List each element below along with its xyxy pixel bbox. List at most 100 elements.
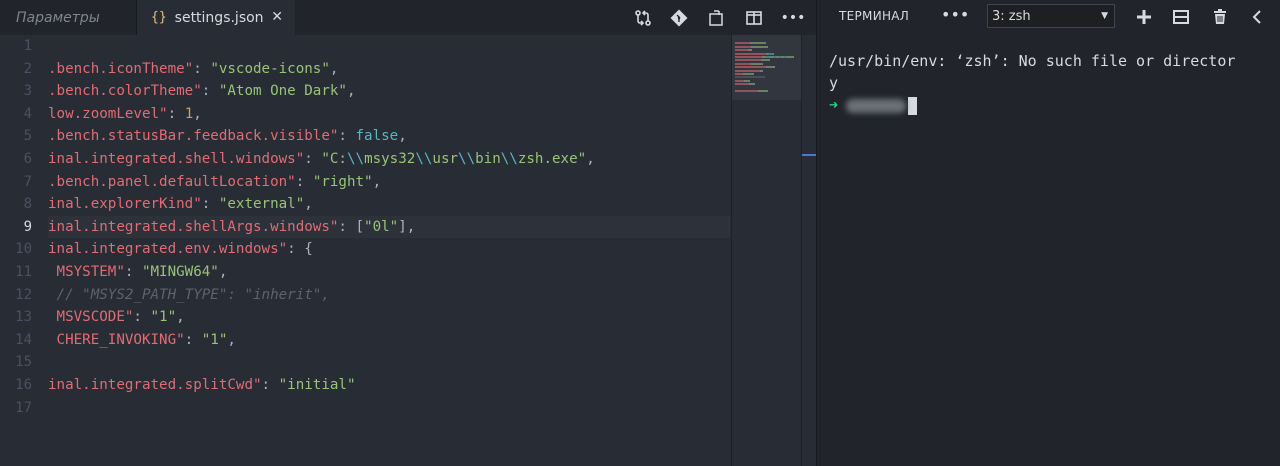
line-number: 15 [15,354,32,371]
minimap-token [735,83,749,86]
code-line: inal.integrated.shellArgs.windows": ["0l… [48,215,730,239]
tab-parameters[interactable]: Параметры [0,0,137,35]
code-token: .bench.colorTheme" [48,83,202,100]
minimap-token [735,76,765,79]
tab-settings-json[interactable]: {} settings.json ✕ [137,0,295,35]
open-preview-icon[interactable] [705,7,727,29]
code-line: CHERE_INVOKING": "1", [48,329,730,352]
scrollbar-cursor-marker [802,154,816,156]
terminal-select-value: 3: zsh [992,8,1031,24]
code-token: \\ [458,151,476,167]
minimap[interactable] [731,35,802,466]
code-token: : [295,173,313,190]
code-token: ], [398,218,416,235]
minimap-token [760,90,768,92]
code-line: MSVSCODE": "1", [48,306,730,329]
line-number: 14 [15,331,32,348]
code-line: .bench.statusBar.feedback.visible": fals… [48,125,730,148]
code-line: MSYSTEM": "MINGW64", [48,261,730,284]
minimap-token [752,42,765,45]
minimap-token [735,42,750,45]
editor-area: Параметры {} settings.json ✕ ••• 1234567… [0,0,816,466]
minimap-token [762,62,763,65]
panel-title-terminal[interactable]: ТЕРМИНАЛ [839,9,909,23]
collapse-panel-icon[interactable] [1246,6,1268,28]
terminal-output[interactable]: /usr/bin/env: ‘zsh’: No such file or dir… [829,50,1279,116]
code-line: low.zoomLevel": 1, [48,103,730,126]
code-token: "vscode-icons" [210,60,330,77]
code-line: inal.integrated.env.windows": { [48,238,730,261]
line-number: 10 [15,241,32,258]
code-editor[interactable]: .bench.iconTheme": "vscode-icons", .bench… [48,35,730,466]
terminal-select[interactable]: 3: zsh ▼ [987,4,1115,28]
minimap-token [735,59,761,62]
line-number: 8 [23,196,32,213]
code-token: , [193,105,202,122]
minimap-token [749,79,750,82]
line-number: 4 [23,105,32,122]
code-token: .bench.statusBar.feedback.visible" [48,128,339,145]
code-token: "C: [321,151,347,167]
split-editor-icon[interactable] [743,7,765,29]
code-token: : [193,60,211,77]
code-token: .bench.iconTheme" [48,60,194,77]
minimap-token [735,73,743,75]
code-token: zsh.exe" [517,151,587,167]
code-token: MSVSCODE" [48,309,134,326]
minimap-token [735,62,751,65]
code-token: , [176,309,185,326]
code-token: , [227,331,236,348]
code-token: , [304,196,313,213]
prompt-arrow-icon: ➜ [829,96,839,114]
minimap-token [773,52,774,55]
code-token: inal.integrated.shellArgs.windows" [48,218,339,235]
tab-label: settings.json [174,9,264,26]
minimap-token [735,69,760,72]
more-actions-icon[interactable]: ••• [781,7,806,29]
redacted-username [846,98,907,113]
line-number: 2 [23,60,32,77]
code-token: inal.integrated.splitCwd" [48,377,262,393]
code-token: usr [432,151,459,167]
minimap-token [735,49,748,52]
code-token: : [261,377,279,393]
minimap-token [765,42,766,45]
minimap-token [735,79,744,82]
code-token: , [586,151,595,167]
add-terminal-icon[interactable] [1133,6,1155,28]
code-token: : [184,331,202,348]
code-token: .bench.panel.defaultLocation" [48,173,296,190]
kill-terminal-icon[interactable] [1209,6,1231,28]
code-token: : [ [338,218,365,235]
terminal-panel: ТЕРМИНАЛ ••• 3: zsh ▼ /usr/bin/env: ‘zsh… [816,0,1280,466]
terminal-prompt-line: ➜ [829,94,1279,116]
line-number: 12 [15,286,32,303]
code-token: , [218,264,228,280]
terminal-line: /usr/bin/env: ‘zsh’: No such file or dir… [829,52,1236,70]
close-tab-icon[interactable]: ✕ [271,9,283,25]
split-terminal-icon[interactable] [1170,6,1192,28]
code-token: : [338,128,356,145]
git-branch-icon[interactable] [668,7,690,29]
line-number: 9 [23,218,32,235]
panel-more-icon[interactable]: ••• [941,5,969,24]
line-number: 16 [15,377,32,393]
code-token: "0l" [364,218,399,235]
minimap-token [753,45,767,48]
code-line: inal.integrated.splitCwd": "initial" [48,374,730,397]
code-line: // "MSYS2_PATH_TYPE": "inherit", [48,284,730,307]
code-token: "MINGW64" [141,264,219,280]
code-token: msys32 [364,151,416,167]
json-file-icon: {} [151,10,167,25]
code-token: false [355,128,399,145]
line-number: 11 [15,264,32,280]
minimap-token [786,56,793,58]
line-number-gutter: 1 2 3 4 5 6 7 8 9 10 11 12 13 14 15 16 17 [0,35,48,466]
code-token: CHERE_INVOKING" [48,331,185,348]
editor-scrollbar[interactable] [801,35,816,466]
git-compare-icon[interactable] [632,7,654,29]
line-number: 5 [23,128,32,145]
tab-label: Параметры [16,9,100,26]
code-token: "external" [218,196,305,213]
code-token: : [201,196,219,213]
